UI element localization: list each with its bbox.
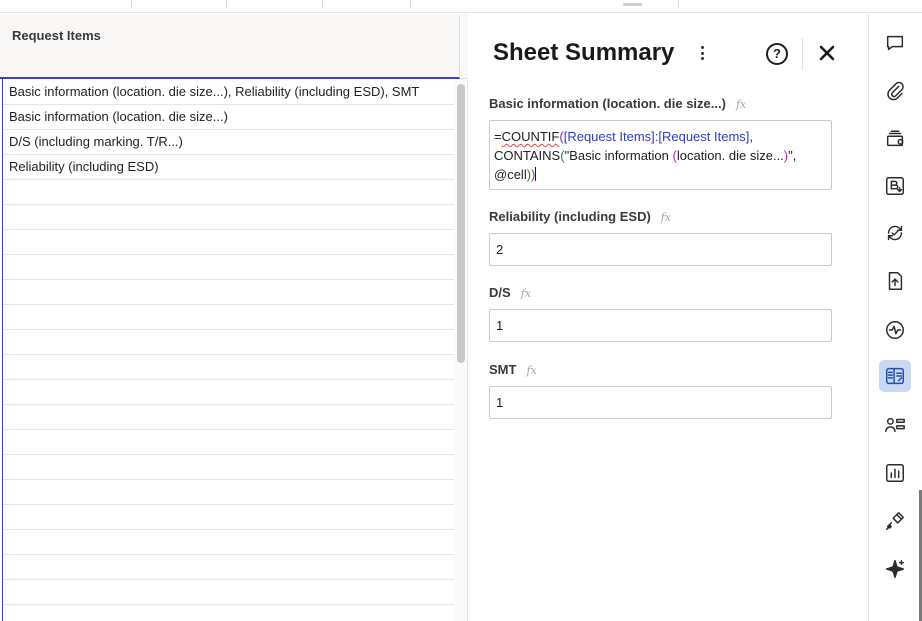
- toolbar-divider: [410, 0, 411, 8]
- activity-log-icon[interactable]: [879, 314, 911, 346]
- table-row[interactable]: [3, 330, 454, 355]
- formula-token: "Basic information: [564, 148, 673, 163]
- grid-rows: Basic information (location. die size...…: [3, 80, 454, 621]
- formula-token: [Request Items]:[Request Items]: [563, 129, 750, 144]
- table-row[interactable]: [3, 405, 454, 430]
- table-row[interactable]: [3, 305, 454, 330]
- toolbar-divider: [322, 0, 323, 8]
- grid-scrollbar-thumb[interactable]: [457, 84, 465, 363]
- summary-field-label: SMT fx: [489, 362, 537, 377]
- summary-value-input[interactable]: 2: [489, 233, 832, 266]
- ai-sparkle-icon[interactable]: [879, 553, 911, 585]
- text-caret: [535, 167, 537, 181]
- sheet-summary-icon[interactable]: [879, 360, 911, 392]
- publish-icon[interactable]: [879, 265, 911, 297]
- table-row[interactable]: [3, 380, 454, 405]
- update-requests-icon[interactable]: [879, 217, 911, 249]
- sheet-grid: Request Items Basic information (locatio…: [0, 14, 468, 621]
- toolbar-divider: [678, 0, 679, 8]
- forms-icon[interactable]: [879, 409, 911, 441]
- table-row[interactable]: Basic information (location. die size...…: [3, 105, 454, 130]
- table-row[interactable]: [3, 230, 454, 255]
- table-row[interactable]: [3, 555, 454, 580]
- table-row[interactable]: [3, 605, 454, 621]
- summary-field-label: Basic information (location. die size...…: [489, 96, 747, 111]
- toolbar-handle: [623, 3, 642, 6]
- summary-field-label: Reliability (including ESD) fx: [489, 209, 672, 224]
- table-row[interactable]: Reliability (including ESD): [3, 155, 454, 180]
- table-row[interactable]: [3, 505, 454, 530]
- close-icon[interactable]: [816, 42, 838, 64]
- help-button[interactable]: ?: [766, 43, 788, 65]
- right-rail: [868, 14, 922, 621]
- formula-fx-icon: fx: [526, 364, 537, 377]
- table-row[interactable]: Basic information (location. die size...…: [3, 80, 454, 105]
- formula-fx-icon: fx: [735, 98, 747, 111]
- panel-title: Sheet Summary: [493, 39, 675, 66]
- connections-icon[interactable]: [879, 505, 911, 537]
- table-row[interactable]: [3, 480, 454, 505]
- header-divider: [802, 38, 803, 70]
- formula-fx-icon: fx: [520, 287, 531, 300]
- table-row[interactable]: [3, 530, 454, 555]
- table-row[interactable]: [3, 280, 454, 305]
- attachment-icon[interactable]: [879, 75, 911, 107]
- top-toolbar-strip: [0, 0, 922, 13]
- column-header-filler: [461, 14, 468, 79]
- formula-token: =: [494, 129, 502, 144]
- table-row[interactable]: [3, 205, 454, 230]
- column-header-label: Request Items: [12, 28, 101, 43]
- formula-token: location. die size...: [676, 148, 784, 163]
- summary-value-input[interactable]: 1: [489, 309, 832, 342]
- table-row[interactable]: [3, 455, 454, 480]
- summary-value-input[interactable]: 1: [489, 386, 832, 419]
- table-row[interactable]: [3, 180, 454, 205]
- column-header-request-items[interactable]: Request Items: [0, 14, 460, 79]
- table-row[interactable]: [3, 430, 454, 455]
- data-icon[interactable]: [879, 457, 911, 489]
- sheet-summary-panel: Sheet Summary ? Basic information (locat…: [469, 14, 867, 621]
- summary-formula-input[interactable]: =COUNTIF([Request Items]:[Request Items]…: [489, 120, 832, 190]
- proofing-icon[interactable]: [879, 123, 911, 155]
- table-row[interactable]: [3, 255, 454, 280]
- formula-token: COUNTIF: [501, 129, 560, 144]
- brandfolder-icon[interactable]: [879, 170, 911, 202]
- more-options-icon[interactable]: [698, 46, 706, 62]
- table-row[interactable]: [3, 355, 454, 380]
- toolbar-divider: [131, 0, 132, 8]
- table-row[interactable]: [3, 580, 454, 605]
- comment-icon[interactable]: [879, 27, 911, 59]
- toolbar-divider: [226, 0, 227, 8]
- formula-fx-icon: fx: [660, 211, 672, 224]
- table-row[interactable]: D/S (including marking. T/R...): [3, 130, 454, 155]
- summary-field-label: D/S fx: [489, 285, 531, 300]
